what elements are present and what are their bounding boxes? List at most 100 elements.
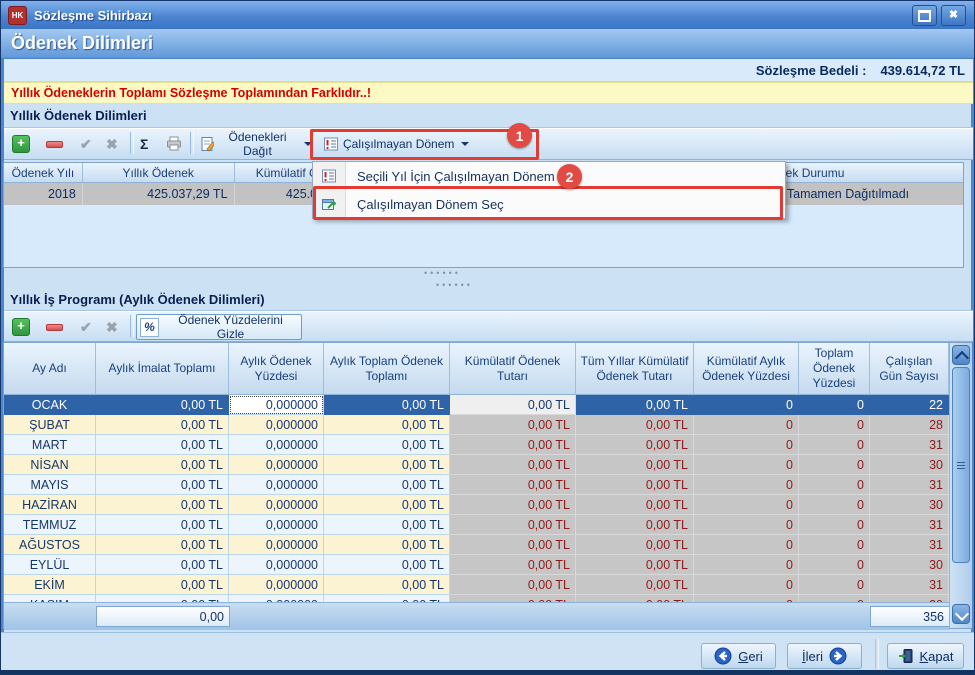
cell[interactable]: 0: [694, 395, 799, 415]
cell[interactable]: 0,000000: [229, 415, 324, 435]
cell[interactable]: 0: [799, 455, 870, 475]
cell[interactable]: 0,00 TL: [96, 535, 229, 555]
cell[interactable]: HAZİRAN: [4, 495, 96, 515]
cell[interactable]: 0,00 TL: [576, 415, 694, 435]
cell[interactable]: 0,00 TL: [96, 435, 229, 455]
month-row-7[interactable]: TEMMUZ0,00 TL0,0000000,00 TL0,00 TL0,00 …: [4, 515, 949, 535]
cell[interactable]: 0,00 TL: [96, 595, 229, 602]
cell[interactable]: 0,000000: [229, 515, 324, 535]
cell[interactable]: AĞUSTOS: [4, 535, 96, 555]
month-row-10[interactable]: EKİM0,00 TL0,0000000,00 TL0,00 TL0,00 TL…: [4, 575, 949, 595]
cell[interactable]: 0,00 TL: [324, 475, 450, 495]
cell[interactable]: 0,00 TL: [324, 495, 450, 515]
cell[interactable]: 30: [870, 555, 949, 575]
cell[interactable]: 0: [694, 495, 799, 515]
cell[interactable]: 0,00 TL: [450, 515, 576, 535]
cell[interactable]: 0,00 TL: [324, 575, 450, 595]
cell[interactable]: 0,00 TL: [576, 575, 694, 595]
cell[interactable]: 0,00 TL: [450, 555, 576, 575]
month-row-8[interactable]: AĞUSTOS0,00 TL0,0000000,00 TL0,00 TL0,00…: [4, 535, 949, 555]
month-row-5[interactable]: MAYIS0,00 TL0,0000000,00 TL0,00 TL0,00 T…: [4, 475, 949, 495]
cell[interactable]: 0,00 TL: [450, 595, 576, 602]
maximize-button[interactable]: [912, 5, 937, 26]
cell[interactable]: 0,00 TL: [576, 455, 694, 475]
cell[interactable]: EYLÜL: [4, 555, 96, 575]
cell[interactable]: 0,00 TL: [96, 575, 229, 595]
monthly-col-header-6[interactable]: Tüm Yıllar Kümülatif Ödenek Tutarı: [576, 343, 694, 395]
apply-button[interactable]: ✔: [76, 131, 96, 157]
remove-row-button[interactable]: [42, 314, 67, 340]
cell[interactable]: 22: [870, 395, 949, 415]
cell[interactable]: 0,00 TL: [96, 415, 229, 435]
monthly-col-header-2[interactable]: Aylık İmalat Toplamı: [96, 343, 229, 395]
scrollbar-thumb[interactable]: [952, 367, 970, 563]
cell[interactable]: 0,00 TL: [324, 535, 450, 555]
next-button[interactable]: İleri: [787, 643, 862, 669]
cell[interactable]: 31: [870, 475, 949, 495]
month-row-6[interactable]: HAZİRAN0,00 TL0,0000000,00 TL0,00 TL0,00…: [4, 495, 949, 515]
add-row-button[interactable]: +: [8, 131, 34, 157]
scroll-down-button[interactable]: [952, 604, 970, 624]
cell[interactable]: 30: [870, 595, 949, 602]
annual-col-year[interactable]: Ödenek Yılı: [4, 163, 83, 183]
annual-amount-cell[interactable]: 425.037,29 TL: [83, 183, 235, 205]
month-row-2[interactable]: ŞUBAT0,00 TL0,0000000,00 TL0,00 TL0,00 T…: [4, 415, 949, 435]
cell[interactable]: 0,00 TL: [324, 595, 450, 602]
cell[interactable]: 0,00 TL: [96, 495, 229, 515]
cell[interactable]: 0: [799, 415, 870, 435]
cell[interactable]: 0: [799, 535, 870, 555]
cell[interactable]: 0,000000: [229, 575, 324, 595]
cell[interactable]: 0,00 TL: [576, 475, 694, 495]
cell[interactable]: NİSAN: [4, 455, 96, 475]
cell[interactable]: 0,00 TL: [450, 455, 576, 475]
print-button[interactable]: [162, 131, 186, 157]
remove-row-button[interactable]: [42, 131, 67, 157]
cell[interactable]: 0,000000: [229, 595, 324, 602]
cell[interactable]: MAYIS: [4, 475, 96, 495]
cell[interactable]: 0,00 TL: [96, 455, 229, 475]
cell[interactable]: 0: [694, 555, 799, 575]
cell[interactable]: 0: [694, 435, 799, 455]
cell[interactable]: 28: [870, 415, 949, 435]
cell[interactable]: 31: [870, 535, 949, 555]
cell[interactable]: 0,00 TL: [96, 475, 229, 495]
month-row-11[interactable]: KASIM0,00 TL0,0000000,00 TL0,00 TL0,00 T…: [4, 595, 949, 602]
cell[interactable]: 0: [694, 575, 799, 595]
monthly-col-header-8[interactable]: Toplam Ödenek Yüzdesi: [799, 343, 870, 395]
cell[interactable]: 0: [799, 435, 870, 455]
cell[interactable]: OCAK: [4, 395, 96, 415]
cell[interactable]: 0,000000: [229, 455, 324, 475]
cell[interactable]: 0,00 TL: [576, 555, 694, 575]
cell[interactable]: 0,000000: [229, 395, 324, 415]
cell[interactable]: 0,00 TL: [450, 535, 576, 555]
cell[interactable]: 30: [870, 495, 949, 515]
month-row-1[interactable]: OCAK0,00 TL0,0000000,00 TL0,00 TL0,00 TL…: [4, 395, 949, 415]
close-window-button[interactable]: ✖: [941, 5, 966, 26]
monthly-col-header-9[interactable]: Çalışılan Gün Sayısı: [870, 343, 949, 395]
cell[interactable]: 31: [870, 515, 949, 535]
cell[interactable]: ŞUBAT: [4, 415, 96, 435]
cell[interactable]: 0,00 TL: [576, 495, 694, 515]
cell[interactable]: 0,00 TL: [576, 395, 694, 415]
cell[interactable]: 0: [694, 455, 799, 475]
cell[interactable]: 0: [799, 555, 870, 575]
cell[interactable]: 0,00 TL: [324, 555, 450, 575]
monthly-col-header-4[interactable]: Aylık Toplam Ödenek Toplamı: [324, 343, 450, 395]
cell[interactable]: 30: [870, 455, 949, 475]
cell[interactable]: KASIM: [4, 595, 96, 602]
cell[interactable]: 0,00 TL: [324, 395, 450, 415]
cell[interactable]: 0,000000: [229, 495, 324, 515]
cell[interactable]: 0,00 TL: [450, 475, 576, 495]
splitter[interactable]: •••••• ••••••: [4, 268, 973, 288]
monthly-col-header-1[interactable]: Ay Adı: [4, 343, 96, 395]
cell[interactable]: 0,00 TL: [450, 395, 576, 415]
cell[interactable]: 0,000000: [229, 555, 324, 575]
cell[interactable]: 0,000000: [229, 535, 324, 555]
cancel-button[interactable]: ✖: [102, 314, 122, 340]
cell[interactable]: 0,00 TL: [576, 435, 694, 455]
cell[interactable]: 0,00 TL: [450, 435, 576, 455]
cell[interactable]: 0: [694, 475, 799, 495]
add-row-button[interactable]: +: [8, 314, 34, 340]
cell[interactable]: 0,000000: [229, 475, 324, 495]
monthly-col-header-7[interactable]: Kümülatif Aylık Ödenek Yüzdesi: [694, 343, 799, 395]
